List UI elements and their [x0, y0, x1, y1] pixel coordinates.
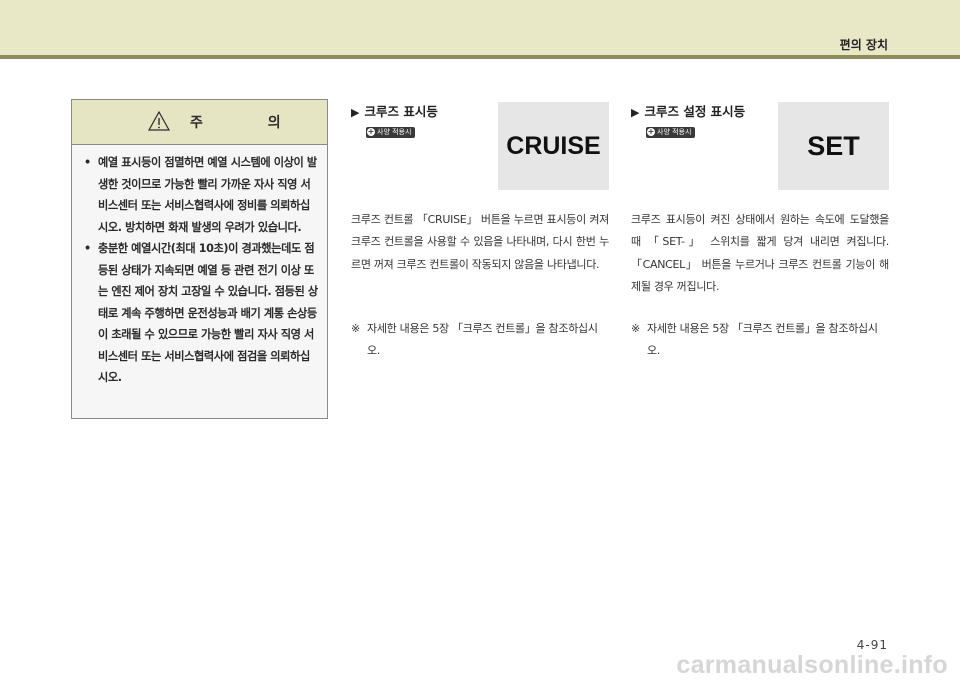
triangle-bullet-icon: ▶	[631, 106, 640, 119]
caution-title: 주 의	[190, 115, 311, 131]
cruise-heading: ▶ 크루즈 표시등	[351, 104, 438, 119]
header-rule	[0, 55, 960, 59]
set-indicator-lamp: SET	[778, 102, 889, 190]
cruise-indicator-lamp: CRUISE	[498, 102, 609, 190]
page-number: 4-91	[856, 638, 888, 652]
cruise-set-heading: ▶ 크루즈 설정 표시등	[631, 104, 746, 119]
cruise-description: 크루즈 컨트롤 「CRUISE」 버튼을 누르면 표시등이 켜져 크루즈 컨트롤…	[351, 213, 609, 271]
spec-badge: + 사양 적용시	[366, 127, 416, 138]
caution-box: 주 의 예열 표시등이 점멸하면 예열 시스템에 이상이 발생한 것이므로 가능…	[71, 99, 328, 419]
cruise-set-note: ※ 자세한 내용은 5장 「크루즈 컨트롤」을 참조하십시오.	[631, 318, 889, 362]
plus-icon: +	[647, 127, 655, 136]
triangle-bullet-icon: ▶	[351, 106, 360, 119]
note-mark: ※	[631, 322, 640, 335]
watermark: carmanualsonline.info	[676, 651, 948, 679]
plus-icon: +	[367, 127, 375, 136]
section-title: 편의 장치	[839, 38, 888, 52]
cruise-set-description: 크루즈 표시등이 켜진 상태에서 원하는 속도에 도달했을 때 「SET-」 스…	[631, 213, 889, 293]
caution-item: 충분한 예열시간(최대 10초)이 경과했는데도 점등된 상태가 지속되면 예열…	[82, 238, 319, 389]
cruise-note: ※ 자세한 내용은 5장 「크루즈 컨트롤」을 참조하십시오.	[351, 318, 609, 362]
spec-badge: + 사양 적용시	[646, 127, 696, 138]
warning-triangle-icon	[148, 111, 170, 131]
caution-item: 예열 표시등이 점멸하면 예열 시스템에 이상이 발생한 것이므로 가능한 빨리…	[82, 152, 319, 238]
caution-header: 주 의	[72, 100, 327, 145]
note-mark: ※	[351, 322, 360, 335]
page-header	[0, 0, 960, 55]
caution-list: 예열 표시등이 점멸하면 예열 시스템에 이상이 발생한 것이므로 가능한 빨리…	[72, 145, 327, 389]
